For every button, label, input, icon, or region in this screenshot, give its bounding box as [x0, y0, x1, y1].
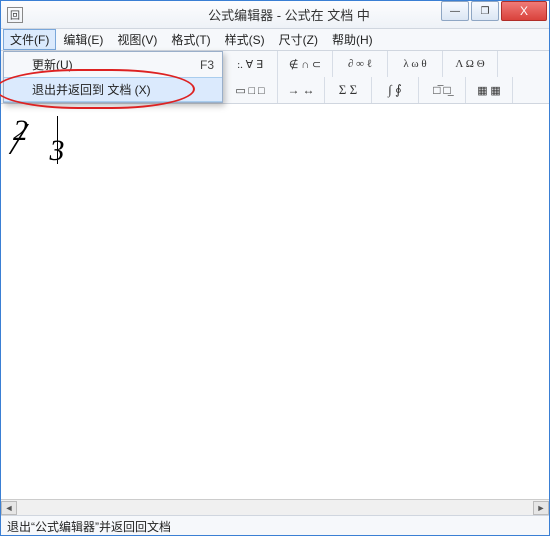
tb-integral-icon[interactable]: ∫ ∮ — [375, 79, 415, 101]
file-menu-exit-return[interactable]: 退出并返回到 文档 (X) — [4, 77, 222, 102]
editor-canvas[interactable]: ⁄ 2 3 — [1, 104, 549, 499]
window-controls: — ❐ X — [441, 1, 549, 21]
tb-sum-icon[interactable]: Σ Σ — [328, 79, 368, 101]
tb-grp-matrix: ▦ ▦ — [466, 77, 513, 103]
scroll-track[interactable] — [17, 501, 533, 515]
tb-grp-greek-lower: λ ω θ — [388, 51, 443, 77]
menu-edit[interactable]: 编辑(E) — [56, 29, 110, 50]
tb-matrix-icon[interactable]: ▦ ▦ — [469, 79, 509, 101]
fraction-numerator: 2 — [13, 114, 28, 147]
menu-file[interactable]: 文件(F) — [3, 29, 56, 50]
close-button[interactable]: X — [501, 1, 547, 21]
tb-overunder-icon[interactable]: □̅ □̲ — [422, 79, 462, 101]
menu-size[interactable]: 尺寸(Z) — [272, 29, 325, 50]
app-icon: 回 — [7, 7, 23, 23]
tb-template-box-icon[interactable]: ▭ □ □ — [226, 79, 274, 101]
tb-grp-arrows: → ↔ — [278, 77, 325, 103]
menubar: 文件(F) 编辑(E) 视图(V) 格式(T) 样式(S) 尺寸(Z) 帮助(H… — [1, 29, 549, 51]
statusbar-text: 退出“公式编辑器”并返回回文档 — [7, 520, 171, 534]
tb-grp-set: ∉ ∩ ⊂ — [278, 51, 333, 77]
scroll-right-button[interactable]: ► — [533, 501, 549, 515]
file-menu-update[interactable]: 更新(U) F3 — [4, 52, 222, 77]
file-menu-update-label: 更新(U) — [32, 56, 73, 73]
tb-grp-integral: ∫ ∮ — [372, 77, 419, 103]
tb-grp-template1: ▭ □ □ — [223, 77, 278, 103]
tb-logic-icon[interactable]: :. ∀ ∃ — [226, 53, 274, 75]
app-window: 回 公式编辑器 - 公式在 文档 中 — ❐ X 文件(F) 编辑(E) 视图(… — [0, 0, 550, 536]
tb-greek-lower-icon[interactable]: λ ω θ — [391, 53, 439, 75]
text-cursor — [57, 116, 58, 164]
tb-arrows-icon[interactable]: → ↔ — [281, 79, 321, 101]
tb-set-icon[interactable]: ∉ ∩ ⊂ — [281, 53, 329, 75]
statusbar: 退出“公式编辑器”并返回回文档 — [1, 515, 549, 535]
horizontal-scrollbar[interactable]: ◄ ► — [1, 499, 549, 515]
menu-view[interactable]: 视图(V) — [110, 29, 164, 50]
tb-grp-misc: ∂ ∞ ℓ — [333, 51, 388, 77]
file-dropdown: 更新(U) F3 退出并返回到 文档 (X) — [3, 51, 223, 103]
maximize-button[interactable]: ❐ — [471, 1, 499, 21]
tb-grp-greek-upper: Λ Ω Θ — [443, 51, 498, 77]
titlebar: 回 公式编辑器 - 公式在 文档 中 — ❐ X — [1, 1, 549, 29]
tb-misc-icon[interactable]: ∂ ∞ ℓ — [336, 53, 384, 75]
file-menu-exit-return-label: 退出并返回到 文档 (X) — [32, 81, 151, 98]
scroll-left-button[interactable]: ◄ — [1, 501, 17, 515]
formula-fraction: ⁄ 2 3 — [13, 114, 51, 148]
toolbar-area: :. ∀ ∃ ∉ ∩ ⊂ ∂ ∞ ℓ λ ω θ Λ Ω Θ ▭ □ □ → ↔ — [1, 51, 549, 104]
tb-grp-overunder: □̅ □̲ — [419, 77, 466, 103]
menu-help[interactable]: 帮助(H) — [325, 29, 380, 50]
tb-grp-sum: Σ Σ — [325, 77, 372, 103]
menu-style[interactable]: 样式(S) — [218, 29, 272, 50]
tb-grp-logic: :. ∀ ∃ — [223, 51, 278, 77]
minimize-button[interactable]: — — [441, 1, 469, 21]
menu-format[interactable]: 格式(T) — [164, 29, 217, 50]
file-menu-update-shortcut: F3 — [200, 58, 214, 72]
tb-greek-upper-icon[interactable]: Λ Ω Θ — [446, 53, 494, 75]
